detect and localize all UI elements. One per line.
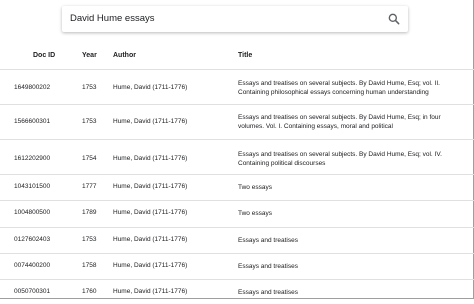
year-cell: 1758: [82, 262, 97, 269]
doc-id-cell: 1612202900: [14, 155, 51, 162]
column-header-year: Year: [82, 52, 97, 59]
author-cell: Hume, David (1711-1776): [113, 209, 188, 216]
title-cell: Essays and treatises: [238, 263, 298, 270]
table-row[interactable]: 1566600301 1753 Hume, David (1711-1776) …: [0, 104, 474, 139]
doc-id-cell: 0127602403: [14, 236, 51, 243]
year-cell: 1753: [82, 84, 97, 91]
year-cell: 1777: [82, 183, 97, 190]
year-cell: 1789: [82, 209, 97, 216]
doc-id-cell: 0050700301: [14, 288, 51, 295]
author-cell: Hume, David (1711-1776): [113, 183, 188, 190]
table-row[interactable]: 1612202900 1754 Hume, David (1711-1776) …: [0, 139, 474, 174]
year-cell: 1753: [82, 236, 97, 243]
doc-id-cell: 1566600301: [14, 118, 51, 125]
title-cell: Essays and treatises: [238, 237, 298, 244]
doc-id-cell: 1004800500: [14, 209, 51, 216]
table-row[interactable]: 1004800500 1789 Hume, David (1711-1776) …: [0, 200, 474, 227]
search-input[interactable]: [70, 6, 370, 32]
column-header-title: Title: [238, 52, 253, 59]
title-cell: Essays and treatises on several subjects…: [238, 114, 441, 130]
author-cell: Hume, David (1711-1776): [113, 155, 188, 162]
search-bar[interactable]: [62, 6, 408, 32]
results-table-body: 1649800202 1753 Hume, David (1711-1776) …: [0, 69, 474, 304]
title-cell: Two essays: [238, 210, 272, 217]
title-cell: Essays and treatises on several subjects…: [238, 80, 440, 96]
author-cell: Hume, David (1711-1776): [113, 84, 188, 91]
doc-id-cell: 1043101500: [14, 183, 51, 190]
column-header-author: Author: [113, 52, 136, 59]
year-cell: 1754: [82, 155, 97, 162]
author-cell: Hume, David (1711-1776): [113, 236, 188, 243]
table-row[interactable]: 1043101500 1777 Hume, David (1711-1776) …: [0, 174, 474, 200]
author-cell: Hume, David (1711-1776): [113, 262, 188, 269]
table-row[interactable]: 0050700301 1760 Hume, David (1711-1776) …: [0, 279, 474, 304]
title-cell: Essays and treatises: [238, 289, 298, 296]
author-cell: Hume, David (1711-1776): [113, 118, 188, 125]
results-panel: Doc ID Year Author Title 1649800202 1753…: [0, 0, 474, 299]
table-row[interactable]: 0074400200 1758 Hume, David (1711-1776) …: [0, 253, 474, 279]
title-cell: Essays and treatises on several subjects…: [238, 151, 442, 167]
table-row[interactable]: 1649800202 1753 Hume, David (1711-1776) …: [0, 69, 474, 104]
year-cell: 1760: [82, 288, 97, 295]
doc-id-cell: 0074400200: [14, 262, 51, 269]
title-cell: Two essays: [238, 184, 272, 191]
column-header-doc-id: Doc ID: [33, 52, 56, 59]
doc-id-cell: 1649800202: [14, 84, 51, 91]
year-cell: 1753: [82, 118, 97, 125]
author-cell: Hume, David (1711-1776): [113, 288, 188, 295]
search-icon[interactable]: [387, 12, 401, 26]
table-row[interactable]: 0127602403 1753 Hume, David (1711-1776) …: [0, 227, 474, 253]
table-header: Doc ID Year Author Title: [0, 46, 474, 68]
